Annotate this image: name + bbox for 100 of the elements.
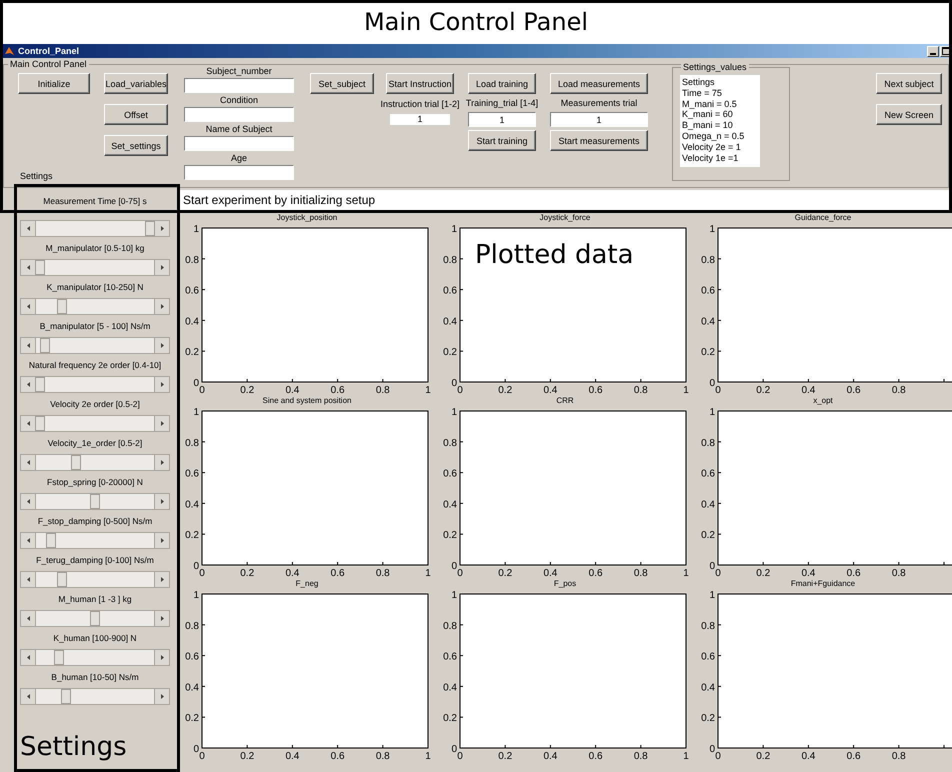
axis-tick-label: 0.6 [330, 385, 345, 396]
field-label: Instruction trial [1-2] [380, 98, 460, 110]
axis-tick-label: 0.4 [285, 385, 300, 396]
right-arrow-button[interactable] [154, 416, 169, 431]
slider-thumb[interactable] [40, 338, 50, 353]
input-field[interactable] [184, 136, 294, 151]
left-arrow-button[interactable] [21, 299, 36, 314]
right-arrow-button[interactable] [154, 338, 169, 353]
right-arrow-icon [160, 226, 164, 231]
axis-tick-label: 0.2 [240, 568, 254, 579]
left-arrow-button[interactable] [21, 416, 36, 431]
panel-button[interactable]: Set_subject [310, 73, 374, 94]
slider[interactable] [20, 649, 170, 666]
right-arrow-button[interactable] [154, 455, 169, 470]
right-arrow-button[interactable] [154, 533, 169, 548]
panel-button[interactable]: Start Instruction [386, 73, 454, 94]
slider[interactable] [20, 259, 170, 276]
slider-thumb[interactable] [90, 494, 100, 509]
panel-button[interactable]: Start measurements [550, 130, 648, 151]
left-arrow-button[interactable] [21, 260, 36, 275]
input-field[interactable] [184, 165, 294, 180]
input-field[interactable]: 1 [550, 112, 648, 127]
panel-button[interactable]: Load_variables [104, 73, 168, 94]
plot-title: Fmani+Fguidance [790, 578, 856, 590]
left-arrow-icon [26, 304, 30, 309]
axis-tick-label: 0.8 [634, 751, 648, 762]
slider[interactable] [20, 298, 170, 315]
slider[interactable] [20, 376, 170, 393]
slider[interactable] [20, 571, 170, 588]
left-arrow-button[interactable] [21, 611, 36, 626]
slider[interactable] [20, 493, 170, 510]
panel-button[interactable]: Next subject [876, 73, 942, 94]
right-arrow-button[interactable] [154, 221, 169, 236]
left-arrow-button[interactable] [21, 689, 36, 704]
panel-button[interactable]: Offset [104, 104, 168, 125]
panel-button[interactable]: New Screen [876, 104, 942, 125]
left-arrow-button[interactable] [21, 377, 36, 392]
slider[interactable] [20, 415, 170, 432]
slider[interactable] [20, 610, 170, 627]
slider-thumb[interactable] [56, 572, 67, 587]
axis-tick-label: 0 [451, 561, 457, 572]
slider[interactable] [20, 454, 170, 471]
slider-thumb[interactable] [46, 533, 56, 548]
panel-button[interactable]: Initialize [18, 73, 90, 94]
slider[interactable] [20, 688, 170, 705]
minimize-button[interactable] [927, 46, 939, 56]
slider-thumb[interactable] [70, 455, 81, 470]
left-arrow-button[interactable] [21, 338, 36, 353]
axis-tick-label: 1 [425, 751, 431, 762]
left-arrow-icon [26, 265, 30, 270]
right-arrow-button[interactable] [154, 377, 169, 392]
left-arrow-button[interactable] [21, 494, 36, 509]
panel-button[interactable]: Set_settings [104, 135, 168, 156]
axis-tick-label: 0.6 [185, 468, 199, 480]
axis-tick-label: 0.8 [443, 254, 457, 266]
input-field[interactable] [184, 78, 294, 93]
slider-thumb[interactable] [54, 650, 64, 665]
axis-tick-label: 0.8 [701, 438, 715, 449]
axis-tick-label: 0.6 [330, 568, 345, 579]
right-arrow-button[interactable] [154, 611, 169, 626]
slider[interactable] [20, 337, 170, 354]
input-field[interactable]: 1 [468, 112, 536, 127]
slider-thumb[interactable] [34, 260, 45, 275]
axis-tick-label: 0.8 [892, 568, 906, 579]
slider-thumb[interactable] [56, 299, 67, 314]
slider-label: B_manipulator [5 - 100] Ns/m [38, 320, 152, 333]
axis-tick-label: 0.6 [846, 568, 861, 579]
slider[interactable] [20, 532, 170, 549]
axis-tick-label: 0 [715, 751, 721, 762]
right-arrow-button[interactable] [154, 572, 169, 587]
right-arrow-button[interactable] [154, 650, 169, 665]
panel-button[interactable]: Load training [468, 73, 536, 94]
left-arrow-button[interactable] [21, 650, 36, 665]
left-arrow-icon [26, 655, 30, 660]
slider-thumb[interactable] [34, 377, 45, 392]
axis-tick-label: 0.6 [846, 751, 861, 762]
axis-tick-label: 0.2 [240, 751, 254, 762]
axis-tick-label: 0 [199, 751, 205, 762]
left-arrow-button[interactable] [21, 533, 36, 548]
panel-button[interactable]: Start training [468, 130, 536, 151]
right-arrow-icon [160, 655, 164, 660]
slider-label: Velocity 2e order [0.5-2] [49, 398, 141, 411]
slider-thumb[interactable] [90, 611, 100, 626]
annotation-label: Settings [20, 732, 127, 762]
slider-thumb[interactable] [34, 416, 45, 431]
right-arrow-icon [160, 265, 164, 270]
slider[interactable] [20, 220, 170, 237]
right-arrow-button[interactable] [154, 260, 169, 275]
right-arrow-button[interactable] [154, 299, 169, 314]
left-arrow-button[interactable] [21, 455, 36, 470]
left-arrow-button[interactable] [21, 572, 36, 587]
axis-tick-label: 0.4 [443, 499, 457, 510]
slider-thumb[interactable] [61, 689, 72, 704]
left-arrow-button[interactable] [21, 221, 36, 236]
right-arrow-button[interactable] [154, 494, 169, 509]
slider-thumb[interactable] [145, 221, 156, 236]
right-arrow-button[interactable] [154, 689, 169, 704]
panel-button[interactable]: Load measurements [550, 73, 648, 94]
input-field[interactable] [184, 107, 294, 122]
axis-tick-label: 0.8 [701, 254, 715, 266]
